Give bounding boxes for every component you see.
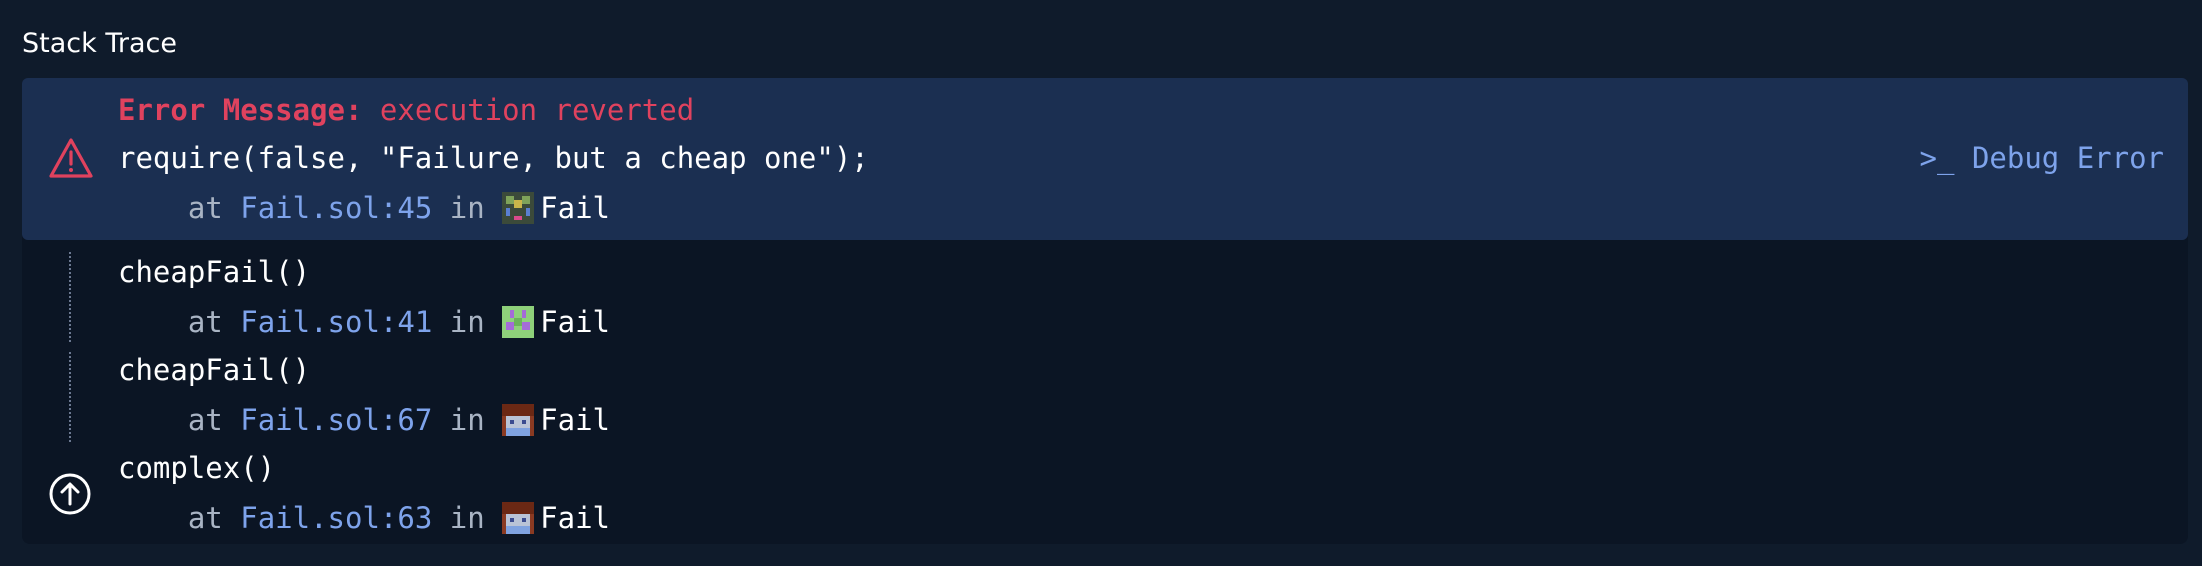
source-link[interactable]: Fail.sol:67 [240,403,432,437]
contract-name[interactable]: Fail [540,305,610,339]
at-keyword: at [187,403,223,437]
contract-identicon [502,306,535,338]
source-link[interactable]: Fail.sol:63 [240,501,432,535]
arrow-up-circle-icon[interactable] [48,472,92,516]
stack-trace-panel: Error Message: execution reverted requir… [22,78,2188,544]
at-keyword: at [187,305,223,339]
error-code-line: require(false, "Failure, but a cheap one… [118,141,869,175]
debug-error-button[interactable]: >_ Debug Error [1920,138,2164,178]
error-label: Error Message: [118,93,363,127]
in-keyword: in [449,305,485,339]
warning-triangle-icon [49,138,93,178]
frame-guide-line [69,352,71,442]
in-keyword: in [449,191,485,225]
error-location-line: at Fail.sol:45 in Fail [118,188,610,228]
frame-location-line: at Fail.sol:63 in Fail [118,498,610,538]
frame-guide-line [69,252,71,342]
frame-location-line: at Fail.sol:41 in Fail [118,302,610,342]
error-message-line: Error Message: execution reverted [118,90,694,130]
contract-name[interactable]: Fail [540,501,610,535]
contract-identicon [502,192,535,224]
error-message: execution reverted [379,93,695,127]
frame-call: cheapFail() [118,255,311,289]
at-keyword: at [187,191,223,225]
source-link[interactable]: Fail.sol:41 [240,305,432,339]
at-keyword: at [187,501,223,535]
in-keyword: in [449,501,485,535]
contract-name[interactable]: Fail [540,403,610,437]
frame-call: cheapFail() [118,353,311,387]
error-frame: Error Message: execution reverted requir… [22,78,2188,240]
frame-call: complex() [118,451,276,485]
frame-location-line: at Fail.sol:67 in Fail [118,400,610,440]
terminal-prompt-icon: >_ [1919,141,1972,175]
source-link[interactable]: Fail.sol:45 [240,191,432,225]
contract-identicon [502,502,535,534]
contract-name[interactable]: Fail [540,191,610,225]
contract-identicon [502,404,535,436]
debug-error-label: Debug Error [1971,141,2164,175]
in-keyword: in [449,403,485,437]
section-title: Stack Trace [22,28,177,59]
